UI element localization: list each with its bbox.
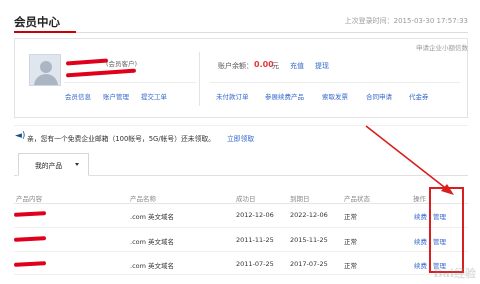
start-date: 2011-07-25 bbox=[236, 260, 274, 268]
status: 正常 bbox=[344, 262, 357, 270]
avatar bbox=[29, 54, 61, 86]
tab-label: 我的产品 bbox=[35, 162, 63, 170]
end-date: 2017-07-25 bbox=[290, 260, 328, 268]
header-divider bbox=[14, 32, 468, 33]
panel-vertical-divider bbox=[199, 52, 200, 106]
member-info-link[interactable]: 会员信息 bbox=[65, 91, 91, 101]
col-header-end: 到期日 bbox=[290, 195, 310, 203]
start-date: 2011-11-25 bbox=[236, 236, 274, 244]
account-manage-link[interactable]: 账户管理 bbox=[103, 91, 129, 101]
chevron-down-icon bbox=[75, 163, 79, 166]
renew-products-link[interactable]: 参展续费产品 bbox=[265, 91, 304, 101]
balance-unit: 元 bbox=[272, 62, 279, 70]
page-title: 会员中心 bbox=[14, 15, 60, 29]
speaker-icon: ◄) bbox=[15, 131, 26, 141]
notice-divider bbox=[14, 125, 468, 126]
redacted-domain bbox=[13, 261, 47, 267]
row-divider bbox=[14, 227, 468, 228]
title-underline bbox=[14, 31, 76, 33]
contract-apply-link[interactable]: 合同申请 bbox=[366, 91, 392, 101]
end-date: 2022-12-06 bbox=[290, 211, 328, 219]
redacted-domain bbox=[13, 211, 47, 217]
col-header-start: 成功日 bbox=[236, 195, 256, 203]
withdraw-link[interactable]: 提现 bbox=[315, 61, 329, 71]
last-login-time: 上次登录时间：2015-03-30 17:57:33 bbox=[344, 17, 468, 25]
vouchers-link[interactable]: 代金券 bbox=[409, 91, 429, 101]
table-header-divider bbox=[14, 203, 468, 204]
balance-label: 账户余额： bbox=[218, 62, 253, 70]
status: 正常 bbox=[344, 213, 357, 221]
status: 正常 bbox=[344, 238, 357, 246]
apply-link[interactable]: 申请企业小额信数 bbox=[416, 42, 468, 52]
submit-ticket-link[interactable]: 提交工单 bbox=[141, 91, 167, 101]
watermark: Bai经验 bbox=[433, 267, 476, 280]
product-name: .com 英文域名 bbox=[130, 238, 175, 246]
annotation-highlight-box bbox=[429, 187, 464, 273]
panel-divider bbox=[64, 82, 196, 83]
balance-value: 0.00 bbox=[254, 60, 274, 69]
tab-my-products[interactable]: 我的产品 bbox=[18, 153, 89, 176]
col-header-status: 产品状态 bbox=[344, 195, 370, 203]
redacted-domain bbox=[13, 236, 47, 242]
end-date: 2015-11-25 bbox=[290, 236, 328, 244]
start-date: 2012-12-06 bbox=[236, 211, 274, 219]
row-divider bbox=[14, 274, 468, 275]
claim-now-link[interactable]: 立即领取 bbox=[227, 133, 254, 143]
renew-link[interactable]: 续费 bbox=[414, 260, 427, 270]
member-type-label: (会员客户) bbox=[106, 60, 138, 68]
email-notice-text: 亲，您有一个免费企业邮箱（100帐号，5G/帐号）还未领取。 bbox=[27, 135, 215, 143]
renew-link[interactable]: 续费 bbox=[414, 211, 427, 221]
quick-links-divider bbox=[210, 82, 460, 83]
col-header-action: 操作 bbox=[413, 195, 426, 203]
row-divider bbox=[14, 251, 468, 252]
col-header-content: 产品内容 bbox=[16, 195, 42, 203]
col-header-name: 产品名称 bbox=[130, 195, 156, 203]
request-invoice-link[interactable]: 索取发票 bbox=[322, 91, 348, 101]
product-name: .com 英文域名 bbox=[130, 262, 175, 270]
product-name: .com 英文域名 bbox=[130, 213, 175, 221]
unpaid-orders-link[interactable]: 未付款订单 bbox=[216, 91, 249, 101]
recharge-link[interactable]: 充值 bbox=[290, 61, 304, 71]
renew-link[interactable]: 续费 bbox=[414, 236, 427, 246]
member-info-panel bbox=[14, 38, 468, 118]
